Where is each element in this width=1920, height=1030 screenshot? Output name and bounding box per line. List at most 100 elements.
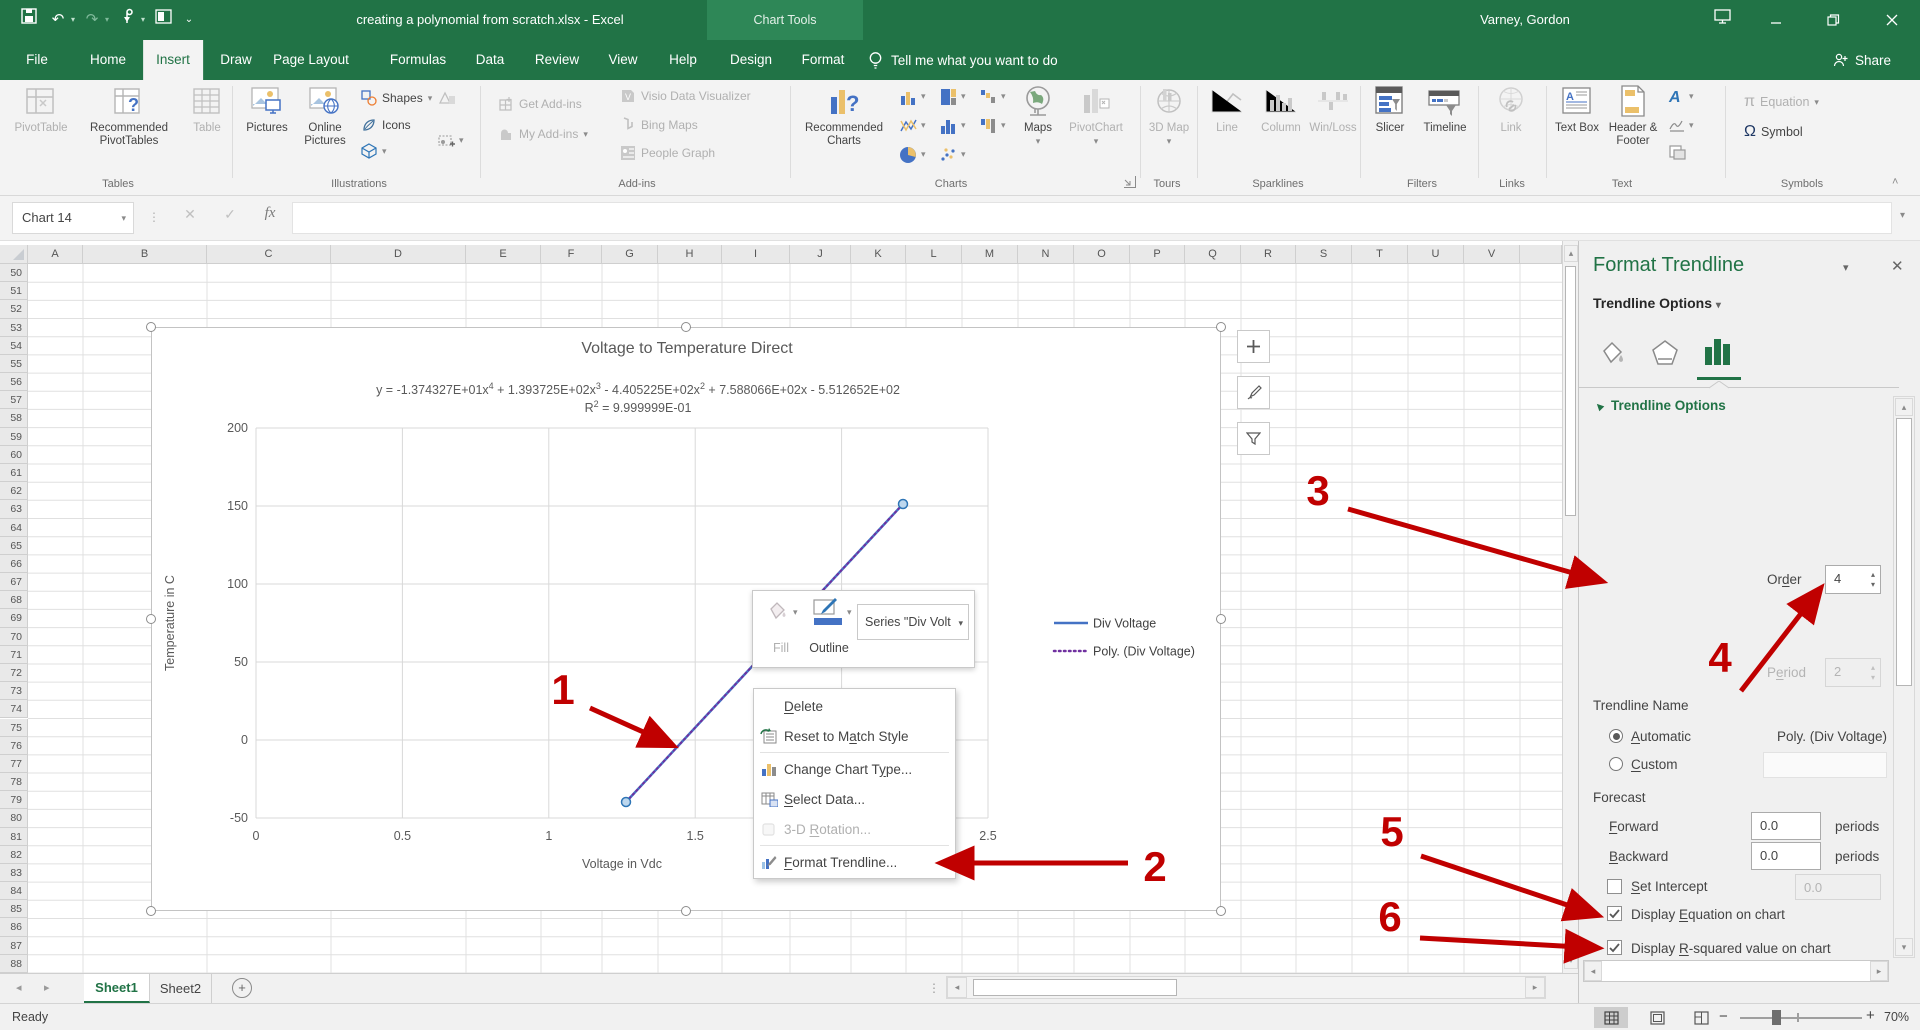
r-squared-label[interactable]: R2 = 9.999999E-01 — [152, 399, 1124, 415]
row-header-75[interactable]: 75 — [0, 719, 28, 737]
custom-radio[interactable] — [1609, 757, 1623, 771]
ribbon-tab-home[interactable]: Home — [77, 40, 139, 80]
screenshot-button[interactable]: ▾ — [438, 132, 464, 148]
select-all-corner[interactable] — [0, 245, 28, 264]
display-settings-icon[interactable] — [1710, 8, 1734, 32]
pane-scroll-right-icon[interactable]: ▸ — [1870, 961, 1888, 981]
ribbon-tab-format[interactable]: Format — [789, 40, 858, 80]
table-button[interactable]: Table — [186, 84, 228, 135]
hscroll-thumb[interactable] — [973, 979, 1177, 996]
ribbon-tab-review[interactable]: Review — [522, 40, 592, 80]
row-header-65[interactable]: 65 — [0, 537, 28, 555]
ribbon-tab-view[interactable]: View — [595, 40, 650, 80]
context-menu-item-change-chart-type[interactable]: Change Chart Type... — [754, 754, 955, 784]
formula-input[interactable] — [292, 202, 1892, 234]
pane-options-dropdown-icon[interactable]: ▾ — [1843, 261, 1849, 274]
chart-selection-handle[interactable] — [146, 906, 156, 916]
charts-dialog-launcher[interactable] — [1124, 176, 1136, 188]
normal-view-button[interactable] — [1594, 1007, 1628, 1028]
name-box[interactable]: Chart 14▾ — [12, 202, 134, 234]
row-header-84[interactable]: 84 — [0, 882, 28, 900]
chart-type-scat-button[interactable]: ▾ — [900, 117, 926, 133]
row-header-64[interactable]: 64 — [0, 519, 28, 537]
column-header-P[interactable]: P — [1130, 245, 1185, 264]
row-header-78[interactable]: 78 — [0, 773, 28, 791]
column-header-U[interactable]: U — [1408, 245, 1464, 264]
ribbon-tab-data[interactable]: Data — [463, 40, 518, 80]
wordart-button[interactable]: A▾ — [1668, 88, 1694, 104]
pictures-button[interactable]: Pictures — [240, 84, 294, 135]
pane-scroll-up-icon[interactable]: ▴ — [1895, 398, 1913, 416]
outline-icon[interactable] — [811, 596, 845, 626]
chart-title[interactable]: Voltage to Temperature Direct — [152, 340, 1222, 358]
row-header-56[interactable]: 56 — [0, 373, 28, 391]
row-header-60[interactable]: 60 — [0, 446, 28, 464]
column-header-L[interactable]: L — [906, 245, 962, 264]
ribbon-tab-formulas[interactable]: Formulas — [377, 40, 459, 80]
zoom-level[interactable]: 70% — [1884, 1010, 1909, 1024]
chart-type-dots-button[interactable]: ▾ — [940, 146, 966, 162]
get-addins-button[interactable]: Get Add-ins — [498, 96, 582, 112]
backward-input[interactable]: 0.0 — [1751, 842, 1821, 870]
chart-selection-handle[interactable] — [681, 322, 691, 332]
pane-close-icon[interactable]: ✕ — [1891, 257, 1904, 275]
row-header-69[interactable]: 69 — [0, 609, 28, 627]
column-header-M[interactable]: M — [962, 245, 1018, 264]
smartart-button[interactable] — [438, 90, 454, 106]
expand-formula-bar-icon[interactable]: ▾ — [1900, 210, 1905, 221]
text-box-button[interactable]: AText Box — [1552, 84, 1602, 135]
row-header-79[interactable]: 79 — [0, 791, 28, 809]
zoom-in-icon[interactable]: + — [1866, 1007, 1875, 1024]
column-header-S[interactable]: S — [1296, 245, 1352, 264]
zoom-slider-track[interactable] — [1740, 1017, 1862, 1019]
chart-filters-button[interactable] — [1237, 422, 1270, 455]
automatic-radio[interactable] — [1609, 729, 1623, 743]
trendline-options-tab-icon[interactable] — [1701, 335, 1735, 376]
sheet-nav-left-icon[interactable]: ◂ — [16, 981, 22, 994]
row-header-63[interactable]: 63 — [0, 500, 28, 518]
qat-more-icon[interactable]: ⌄ — [182, 8, 196, 32]
column-header-F[interactable]: F — [541, 245, 602, 264]
visio-data-visualizer-button[interactable]: VVisio Data Visualizer — [620, 88, 751, 104]
column-header-R[interactable]: R — [1241, 245, 1296, 264]
row-header-52[interactable]: 52 — [0, 300, 28, 318]
timeline-button[interactable]: Timeline — [1417, 84, 1473, 135]
chart-selection-handle[interactable] — [1216, 906, 1226, 916]
ribbon-tab-page-layout[interactable]: Page Layout — [260, 40, 362, 80]
column-header-E[interactable]: E — [466, 245, 541, 264]
ribbon-tab-insert[interactable]: Insert — [143, 40, 203, 80]
maps-button[interactable]: Maps▾ — [1014, 84, 1062, 148]
redo-icon[interactable]: ↷ — [82, 8, 102, 32]
row-header-74[interactable]: 74 — [0, 700, 28, 718]
chart-type-col-button[interactable]: ▾ — [900, 88, 926, 104]
row-header-61[interactable]: 61 — [0, 464, 28, 482]
set-intercept-label[interactable]: Set Intercept — [1631, 879, 1708, 894]
section-collapse-icon[interactable]: ▲ — [1590, 397, 1608, 415]
row-header-67[interactable]: 67 — [0, 573, 28, 591]
column-header-A[interactable]: A — [28, 245, 83, 264]
trendline-equation-label[interactable]: y = -1.374327E+01x4 + 1.393725E+02x3 - 4… — [152, 381, 1124, 397]
row-header-83[interactable]: 83 — [0, 864, 28, 882]
chart-type-tree-button[interactable]: ▾ — [940, 88, 966, 104]
context-menu-item-delete[interactable]: Delete — [754, 691, 955, 721]
symbol-button[interactable]: ΩSymbol — [1744, 123, 1803, 141]
row-header-50[interactable]: 50 — [0, 264, 28, 282]
icons-button[interactable]: Icons — [361, 117, 411, 133]
pane-horizontal-scrollbar[interactable]: ◂ ▸ — [1583, 960, 1889, 982]
sheet-tab-sheet2[interactable]: Sheet2 — [150, 974, 212, 1003]
tell-me-box[interactable]: Tell me what you want to do — [868, 40, 1058, 80]
page-break-view-button[interactable] — [1684, 1007, 1718, 1028]
display-equation-label[interactable]: Display Equation on chart — [1631, 907, 1785, 922]
object-button[interactable] — [1668, 144, 1684, 160]
insert-function-icon[interactable]: fx — [258, 205, 282, 222]
page-layout-view-button[interactable] — [1640, 1007, 1674, 1028]
ribbon-tab-help[interactable]: Help — [656, 40, 710, 80]
automatic-label[interactable]: Automatic — [1631, 729, 1691, 744]
order-spinner[interactable]: 4▴▾ — [1825, 565, 1881, 594]
row-header-87[interactable]: 87 — [0, 937, 28, 955]
pane-scroll-down-icon[interactable]: ▾ — [1895, 938, 1913, 956]
chart-styles-button[interactable] — [1237, 376, 1270, 409]
row-header-82[interactable]: 82 — [0, 846, 28, 864]
row-header-62[interactable]: 62 — [0, 482, 28, 500]
pivottable-button[interactable]: PivotTable — [10, 84, 72, 135]
